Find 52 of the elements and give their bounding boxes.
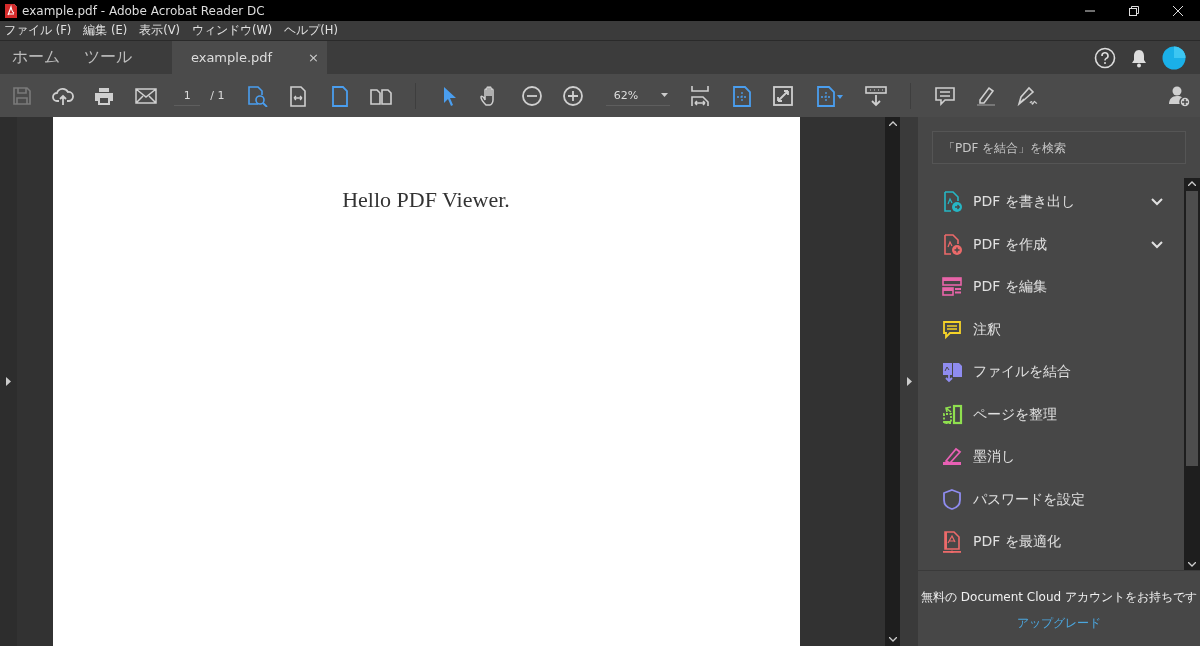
tool-item[interactable]: 墨消し: [918, 436, 1163, 479]
expand-arrow-icon[interactable]: [6, 377, 11, 386]
comment-icon[interactable]: [933, 84, 956, 107]
chevron-down-icon[interactable]: [1151, 198, 1163, 207]
menu-item[interactable]: ファイル (F): [4, 23, 72, 38]
scroll-down-icon: [888, 637, 897, 642]
bell-icon[interactable]: [1130, 47, 1148, 68]
page-search-icon[interactable]: [246, 84, 269, 107]
expand-arrow-icon[interactable]: [906, 377, 912, 386]
tool-item[interactable]: パスワードを設定: [918, 478, 1163, 521]
add-user-icon[interactable]: [1168, 84, 1191, 107]
tool-item[interactable]: PDF を書き出し: [918, 181, 1163, 224]
page-fit-icon[interactable]: [689, 84, 712, 107]
zoom-dropdown[interactable]: 62%: [605, 85, 670, 106]
tool-item[interactable]: ファイルを結合: [918, 351, 1163, 394]
tool-item[interactable]: PDF を編集: [918, 266, 1163, 309]
scroll-up-icon: [888, 121, 897, 126]
highlighter-icon[interactable]: [974, 84, 997, 107]
search-field[interactable]: 「PDF を結合」を検索: [932, 131, 1186, 164]
menu-item[interactable]: ヘルプ(H): [284, 23, 338, 38]
page-total: / 1: [210, 89, 225, 102]
avatar-icon[interactable]: [1162, 45, 1186, 70]
zoom-in-icon[interactable]: [562, 84, 585, 107]
panel-scrollbar[interactable]: [1184, 178, 1200, 570]
tool-item[interactable]: ページを整理: [918, 393, 1163, 436]
pen-sign-icon[interactable]: [1016, 84, 1039, 107]
scroll-up-icon: [1188, 181, 1196, 186]
zoom-out-icon[interactable]: [520, 84, 543, 107]
tool-item[interactable]: 注釈: [918, 308, 1163, 351]
upgrade-link[interactable]: アップグレード: [1017, 615, 1101, 632]
tab-close-button[interactable]: ×: [308, 50, 319, 65]
vertical-scrollbar[interactable]: [885, 117, 900, 646]
restore-icon[interactable]: [1129, 5, 1139, 16]
pdf-file-icon: [4, 2, 18, 19]
help-icon[interactable]: [1094, 46, 1116, 69]
close-icon[interactable]: [1173, 5, 1183, 16]
window-title: example.pdf - Adobe Acrobat Reader DC: [22, 3, 265, 18]
scroll-down-icon: [1188, 562, 1196, 567]
menu-item[interactable]: 編集 (E): [83, 23, 128, 38]
tab[interactable]: example.pdf ×: [172, 41, 327, 74]
tool-item[interactable]: PDF を作成: [918, 223, 1163, 266]
page-number-field[interactable]: 1: [174, 85, 201, 106]
chevron-down-icon[interactable]: [1151, 240, 1163, 249]
expand-icon[interactable]: [772, 84, 794, 107]
menu-item[interactable]: 表示(V): [139, 23, 180, 38]
tab[interactable]: ツール: [72, 41, 144, 74]
caret-icon: [660, 93, 668, 97]
document-text: Hello PDF Viewer.: [342, 187, 510, 213]
tab[interactable]: ホーム: [0, 41, 72, 74]
promo-text: 無料の Document Cloud アカウントをお持ちです: [921, 589, 1197, 606]
menu-item[interactable]: ウィンドウ(W): [192, 23, 273, 38]
tool-item[interactable]: PDF を最適化: [918, 521, 1163, 564]
